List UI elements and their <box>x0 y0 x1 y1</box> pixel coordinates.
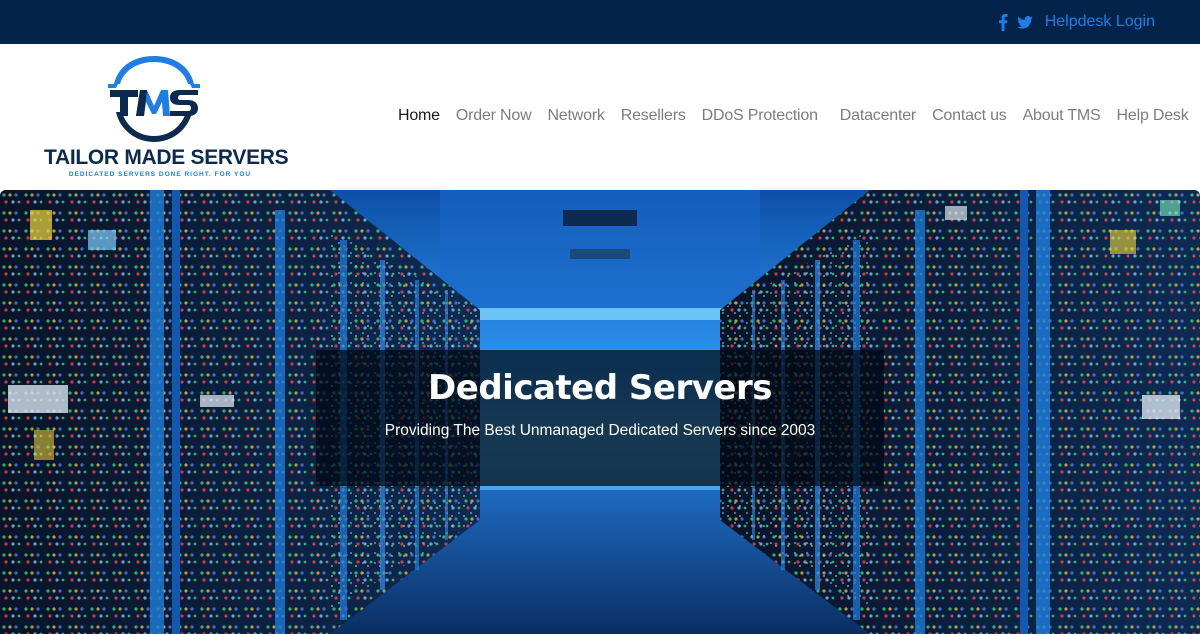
logo-tagline: DEDICATED SERVERS DONE RIGHT. FOR YOU <box>68 171 252 178</box>
nav-item-contact-us[interactable]: Contact us <box>932 107 1007 125</box>
facebook-icon[interactable] <box>997 13 1009 31</box>
tms-emblem-icon <box>108 56 200 142</box>
twitter-icon[interactable] <box>1016 14 1033 30</box>
hero-banner: Dedicated Servers Providing The Best Unm… <box>0 190 1200 634</box>
site-logo[interactable]: TAILOR MADE SERVERS DEDICATED SERVERS DO… <box>44 54 289 182</box>
hero-title: Dedicated Servers <box>428 368 772 408</box>
top-bar-links: Helpdesk Login <box>997 0 1155 44</box>
nav-item-ddos-protection[interactable]: DDoS Protection <box>702 107 818 125</box>
hero-caption: Dedicated Servers Providing The Best Unm… <box>316 350 884 486</box>
nav-item-datacenter[interactable]: Datacenter <box>840 107 916 125</box>
nav-item-resellers[interactable]: Resellers <box>621 107 686 125</box>
main-nav: Home Order Now Network Resellers DDoS Pr… <box>398 104 1200 128</box>
nav-item-help-desk[interactable]: Help Desk <box>1117 107 1189 125</box>
helpdesk-login-link[interactable]: Helpdesk Login <box>1045 13 1155 31</box>
nav-item-home[interactable]: Home <box>398 107 440 125</box>
top-bar: Helpdesk Login <box>0 0 1200 44</box>
nav-item-order-now[interactable]: Order Now <box>456 107 532 125</box>
nav-item-network[interactable]: Network <box>547 107 604 125</box>
logo-wordmark: TAILOR MADE SERVERS <box>44 146 289 169</box>
site-header: TAILOR MADE SERVERS DEDICATED SERVERS DO… <box>0 44 1200 190</box>
hero-subtitle: Providing The Best Unmanaged Dedicated S… <box>384 422 816 439</box>
nav-item-about-tms[interactable]: About TMS <box>1023 107 1101 125</box>
